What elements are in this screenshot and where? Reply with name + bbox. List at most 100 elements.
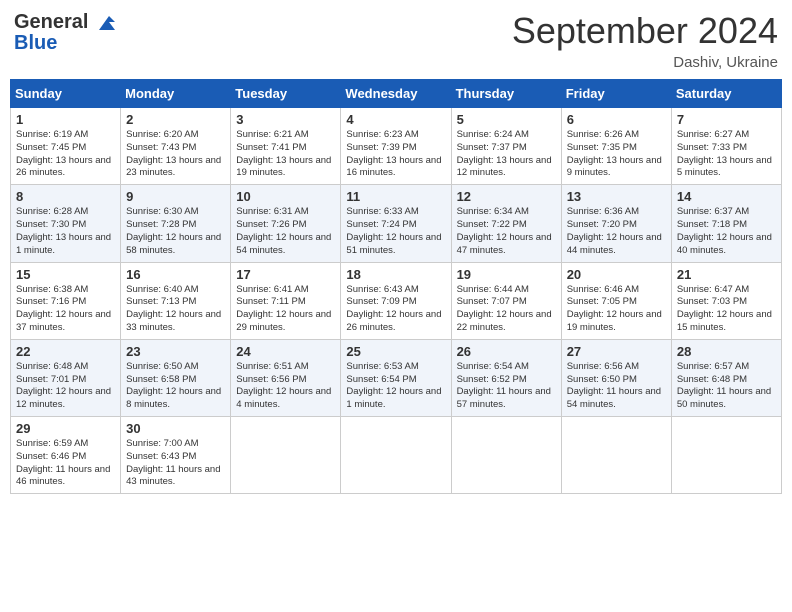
col-header-friday: Friday	[561, 80, 671, 108]
calendar-week-4: 22 Sunrise: 6:48 AMSunset: 7:01 PMDayligh…	[11, 339, 782, 416]
calendar-week-1: 1 Sunrise: 6:19 AMSunset: 7:45 PMDaylight…	[11, 108, 782, 185]
cell-info: Sunrise: 6:46 AMSunset: 7:05 PMDaylight:…	[567, 284, 666, 335]
calendar-cell: 9 Sunrise: 6:30 AMSunset: 7:28 PMDaylight…	[121, 185, 231, 262]
cell-info: Sunrise: 6:26 AMSunset: 7:35 PMDaylight:…	[567, 129, 666, 180]
day-number: 21	[677, 267, 776, 282]
calendar-cell	[451, 417, 561, 494]
cell-info: Sunrise: 6:51 AMSunset: 6:56 PMDaylight:…	[236, 361, 335, 412]
cell-info: Sunrise: 6:50 AMSunset: 6:58 PMDaylight:…	[126, 361, 225, 412]
cell-info: Sunrise: 6:28 AMSunset: 7:30 PMDaylight:…	[16, 206, 115, 257]
day-number: 12	[457, 189, 556, 204]
calendar-week-2: 8 Sunrise: 6:28 AMSunset: 7:30 PMDaylight…	[11, 185, 782, 262]
calendar-cell: 25 Sunrise: 6:53 AMSunset: 6:54 PMDayligh…	[341, 339, 451, 416]
cell-info: Sunrise: 6:36 AMSunset: 7:20 PMDaylight:…	[567, 206, 666, 257]
cell-info: Sunrise: 6:37 AMSunset: 7:18 PMDaylight:…	[677, 206, 776, 257]
day-number: 4	[346, 112, 445, 127]
calendar-table: SundayMondayTuesdayWednesdayThursdayFrid…	[10, 79, 782, 494]
calendar-cell: 30Sunrise: 7:00 AMSunset: 6:43 PMDayligh…	[121, 417, 231, 494]
day-number: 9	[126, 189, 225, 204]
day-number: 30	[126, 421, 225, 436]
logo-general: General	[14, 11, 88, 33]
cell-info: Sunrise: 6:43 AMSunset: 7:09 PMDaylight:…	[346, 284, 445, 335]
day-number: 27	[567, 344, 666, 359]
cell-info: Sunrise: 6:59 AMSunset: 6:46 PMDaylight:…	[16, 438, 115, 489]
calendar-cell: 21 Sunrise: 6:47 AMSunset: 7:03 PMDayligh…	[671, 262, 781, 339]
calendar-cell	[671, 417, 781, 494]
cell-info: Sunrise: 6:56 AMSunset: 6:50 PMDaylight:…	[567, 361, 666, 412]
page-header: General Blue September 2024 Dashiv, Ukra…	[10, 10, 782, 71]
calendar-week-3: 15 Sunrise: 6:38 AMSunset: 7:16 PMDayligh…	[11, 262, 782, 339]
cell-info: Sunrise: 6:54 AMSunset: 6:52 PMDaylight:…	[457, 361, 556, 412]
day-number: 24	[236, 344, 335, 359]
cell-info: Sunrise: 6:19 AMSunset: 7:45 PMDaylight:…	[16, 129, 115, 180]
cell-info: Sunrise: 6:53 AMSunset: 6:54 PMDaylight:…	[346, 361, 445, 412]
calendar-cell: 18Sunrise: 6:43 AMSunset: 7:09 PMDayligh…	[341, 262, 451, 339]
cell-info: Sunrise: 6:44 AMSunset: 7:07 PMDaylight:…	[457, 284, 556, 335]
day-number: 16	[126, 267, 225, 282]
cell-info: Sunrise: 6:47 AMSunset: 7:03 PMDaylight:…	[677, 284, 776, 335]
col-header-tuesday: Tuesday	[231, 80, 341, 108]
calendar-cell: 16 Sunrise: 6:40 AMSunset: 7:13 PMDayligh…	[121, 262, 231, 339]
location: Dashiv, Ukraine	[512, 54, 778, 71]
calendar-cell: 28 Sunrise: 6:57 AMSunset: 6:48 PMDayligh…	[671, 339, 781, 416]
col-header-sunday: Sunday	[11, 80, 121, 108]
calendar-cell: 2 Sunrise: 6:20 AMSunset: 7:43 PMDaylight…	[121, 108, 231, 185]
calendar-cell: 20 Sunrise: 6:46 AMSunset: 7:05 PMDayligh…	[561, 262, 671, 339]
day-number: 1	[16, 112, 115, 127]
calendar-cell: 22 Sunrise: 6:48 AMSunset: 7:01 PMDayligh…	[11, 339, 121, 416]
calendar-cell: 29 Sunrise: 6:59 AMSunset: 6:46 PMDayligh…	[11, 417, 121, 494]
day-number: 29	[16, 421, 115, 436]
day-number: 20	[567, 267, 666, 282]
col-header-thursday: Thursday	[451, 80, 561, 108]
cell-info: Sunrise: 6:24 AMSunset: 7:37 PMDaylight:…	[457, 129, 556, 180]
cell-info: Sunrise: 6:20 AMSunset: 7:43 PMDaylight:…	[126, 129, 225, 180]
cell-info: Sunrise: 6:48 AMSunset: 7:01 PMDaylight:…	[16, 361, 115, 412]
calendar-cell: 5 Sunrise: 6:24 AMSunset: 7:37 PMDaylight…	[451, 108, 561, 185]
day-number: 14	[677, 189, 776, 204]
cell-info: Sunrise: 6:57 AMSunset: 6:48 PMDaylight:…	[677, 361, 776, 412]
day-number: 17	[236, 267, 335, 282]
cell-info: Sunrise: 6:33 AMSunset: 7:24 PMDaylight:…	[346, 206, 445, 257]
day-number: 15	[16, 267, 115, 282]
day-number: 3	[236, 112, 335, 127]
day-number: 23	[126, 344, 225, 359]
calendar-cell: 7Sunrise: 6:27 AMSunset: 7:33 PMDaylight…	[671, 108, 781, 185]
calendar-cell: 13Sunrise: 6:36 AMSunset: 7:20 PMDayligh…	[561, 185, 671, 262]
cell-info: Sunrise: 6:40 AMSunset: 7:13 PMDaylight:…	[126, 284, 225, 335]
day-number: 28	[677, 344, 776, 359]
calendar-cell	[341, 417, 451, 494]
cell-info: Sunrise: 6:41 AMSunset: 7:11 PMDaylight:…	[236, 284, 335, 335]
calendar-cell: 17 Sunrise: 6:41 AMSunset: 7:11 PMDayligh…	[231, 262, 341, 339]
day-number: 26	[457, 344, 556, 359]
calendar-week-5: 29 Sunrise: 6:59 AMSunset: 6:46 PMDayligh…	[11, 417, 782, 494]
day-number: 22	[16, 344, 115, 359]
title-block: September 2024 Dashiv, Ukraine	[512, 10, 778, 71]
day-number: 8	[16, 189, 115, 204]
logo-icon	[95, 12, 117, 34]
day-number: 6	[567, 112, 666, 127]
calendar-cell: 11 Sunrise: 6:33 AMSunset: 7:24 PMDayligh…	[341, 185, 451, 262]
cell-info: Sunrise: 6:23 AMSunset: 7:39 PMDaylight:…	[346, 129, 445, 180]
cell-info: Sunrise: 6:30 AMSunset: 7:28 PMDaylight:…	[126, 206, 225, 257]
calendar-cell: 4 Sunrise: 6:23 AMSunset: 7:39 PMDaylight…	[341, 108, 451, 185]
calendar-header-row: SundayMondayTuesdayWednesdayThursdayFrid…	[11, 80, 782, 108]
day-number: 11	[346, 189, 445, 204]
calendar-cell: 3Sunrise: 6:21 AMSunset: 7:41 PMDaylight…	[231, 108, 341, 185]
calendar-cell: 8 Sunrise: 6:28 AMSunset: 7:30 PMDaylight…	[11, 185, 121, 262]
day-number: 2	[126, 112, 225, 127]
cell-info: Sunrise: 6:27 AMSunset: 7:33 PMDaylight:…	[677, 129, 776, 180]
cell-info: Sunrise: 6:34 AMSunset: 7:22 PMDaylight:…	[457, 206, 556, 257]
cell-info: Sunrise: 6:38 AMSunset: 7:16 PMDaylight:…	[16, 284, 115, 335]
calendar-cell: 24 Sunrise: 6:51 AMSunset: 6:56 PMDayligh…	[231, 339, 341, 416]
calendar-cell: 10Sunrise: 6:31 AMSunset: 7:26 PMDayligh…	[231, 185, 341, 262]
calendar-cell: 19 Sunrise: 6:44 AMSunset: 7:07 PMDayligh…	[451, 262, 561, 339]
calendar-cell: 15 Sunrise: 6:38 AMSunset: 7:16 PMDayligh…	[11, 262, 121, 339]
day-number: 19	[457, 267, 556, 282]
calendar-cell: 14 Sunrise: 6:37 AMSunset: 7:18 PMDayligh…	[671, 185, 781, 262]
day-number: 5	[457, 112, 556, 127]
day-number: 25	[346, 344, 445, 359]
calendar-cell: 27 Sunrise: 6:56 AMSunset: 6:50 PMDayligh…	[561, 339, 671, 416]
cell-info: Sunrise: 6:31 AMSunset: 7:26 PMDaylight:…	[236, 206, 335, 257]
calendar-cell	[231, 417, 341, 494]
col-header-monday: Monday	[121, 80, 231, 108]
